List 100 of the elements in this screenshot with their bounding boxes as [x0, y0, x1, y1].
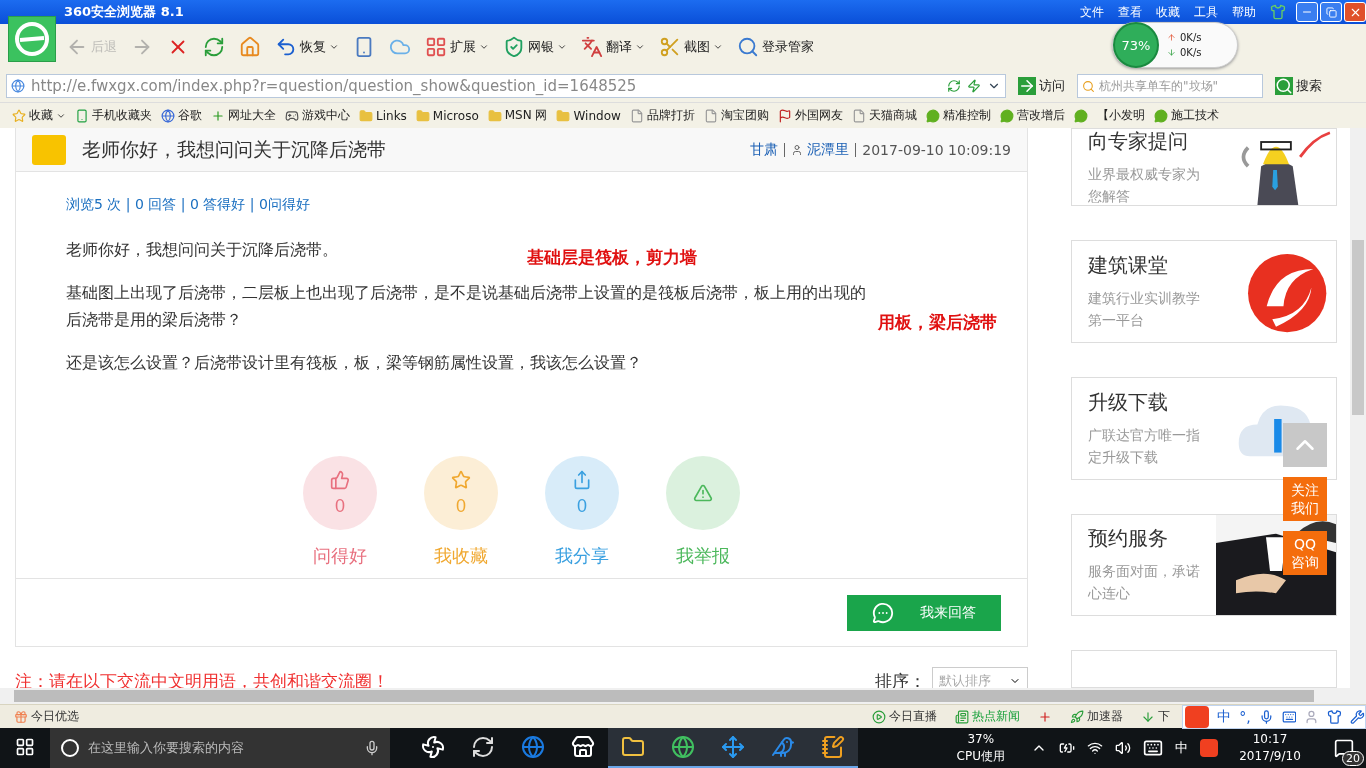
bookmark-item[interactable]: 谷歌 [161, 107, 202, 124]
search-button[interactable]: 搜索 [1271, 75, 1326, 97]
restore-button[interactable]: 恢复 [271, 34, 343, 60]
translate-button[interactable]: 翻译 [577, 34, 649, 60]
share-icon [572, 469, 592, 490]
shield-icon [503, 36, 525, 58]
browser-logo-icon[interactable] [8, 16, 56, 62]
plus-icon [211, 108, 225, 123]
user-link[interactable]: 泥潭里 [807, 140, 850, 159]
volume-icon[interactable] [1115, 740, 1131, 756]
card-title: 建筑课堂 [1088, 252, 1169, 280]
folder-icon [621, 735, 645, 759]
bookmark-item[interactable]: 收藏 [12, 107, 66, 124]
clock[interactable]: 10:17 2017/9/10 [1230, 731, 1310, 765]
taskbar-search-field[interactable]: 在这里输入你要搜索的内容 [50, 728, 390, 768]
caret-icon [635, 42, 645, 52]
menu-item[interactable]: 工具 [1194, 3, 1218, 21]
bookmark-item[interactable]: 精准控制 [925, 107, 991, 124]
bookmark-item[interactable]: 手机收藏夹 [75, 107, 152, 124]
cpu-usage[interactable]: 37% CPU使用 [956, 731, 1005, 765]
mic-icon[interactable] [1258, 709, 1274, 725]
wifi-icon[interactable] [1087, 740, 1103, 756]
menu-item[interactable]: 帮助 [1232, 3, 1256, 21]
address-field[interactable]: http://e.fwxgx.com/index.php?r=question/question_show&question_id=1648525 [6, 74, 1006, 98]
bookmark-item[interactable]: Links [359, 108, 407, 123]
speed-widget[interactable]: 73% 0K/s 0K/s [1112, 22, 1238, 68]
menu-item[interactable]: 查看 [1118, 3, 1142, 21]
card-subtitle: 服务面对面，承诺心连心 [1088, 562, 1201, 604]
close-button[interactable] [1344, 2, 1366, 22]
question-mark-icon [32, 134, 66, 165]
lightning-icon[interactable] [967, 79, 981, 93]
status-item[interactable]: 加速器 [1070, 708, 1123, 725]
login-button[interactable]: 登录管家 [733, 34, 818, 60]
handwritten-note: 基础层是筏板，剪力墙 [527, 246, 697, 269]
bookmark-item[interactable]: 游戏中心 [285, 107, 350, 124]
bookmark-item[interactable]: 网址大全 [211, 107, 276, 124]
ime-punct[interactable]: °, [1239, 709, 1251, 725]
ime-indicator[interactable]: 中 [1175, 739, 1188, 757]
card-subtitle: 广联达官方唯一指定升级下载 [1088, 425, 1201, 467]
star-icon [451, 469, 471, 490]
refresh-icon [203, 36, 225, 58]
folder-icon [556, 108, 571, 123]
vertical-scrollbar[interactable] [1350, 128, 1366, 688]
folder-icon [415, 108, 430, 123]
page-icon [629, 108, 644, 123]
menu-item[interactable]: 收藏 [1156, 3, 1180, 21]
shirt-icon[interactable] [1270, 4, 1286, 20]
horizontal-scrollbar[interactable] [0, 688, 1366, 704]
bookmark-item[interactable]: 【小发明 [1096, 107, 1145, 124]
extend-button[interactable]: 扩展 [421, 34, 493, 60]
grid-icon [425, 36, 447, 58]
handwritten-note: 用板，梁后浇带 [878, 311, 997, 334]
store-icon [571, 735, 595, 759]
bookmark-item[interactable]: 品牌打折 [629, 107, 695, 124]
bookmark-item[interactable]: 天猫商城 [851, 107, 917, 124]
bookmark-item[interactable]: MSN 网 [487, 107, 548, 124]
download-icon [1141, 709, 1155, 724]
question-stats[interactable]: 浏览5 次 | 0 回答 | 0 答得好 | 0问得好 [66, 196, 310, 214]
translate-icon [581, 36, 603, 58]
shirt-icon[interactable] [1327, 709, 1343, 725]
taskbar-app-button[interactable] [608, 728, 658, 768]
status-item[interactable]: 今日优选 [14, 708, 79, 725]
screenshot-button[interactable]: 截图 [655, 34, 727, 60]
bookmark-item[interactable]: 营改增后 [999, 107, 1065, 124]
sidebar-card[interactable]: 建筑课堂 建筑行业实训教学第一平台 [1071, 240, 1337, 343]
restore-button[interactable] [1320, 2, 1342, 22]
location-link[interactable]: 甘肃 [750, 140, 779, 159]
caret-icon [713, 42, 723, 52]
window-title: 360安全浏览器 8.1 [64, 3, 185, 21]
search-icon [1082, 79, 1095, 93]
bookmark-item[interactable]: 淘宝团购 [703, 107, 769, 124]
sogou-icon[interactable] [1185, 706, 1210, 728]
keyboard-icon[interactable] [1143, 738, 1163, 758]
minimize-button[interactable] [1296, 2, 1318, 22]
action-label: 我分享 [555, 544, 609, 568]
sidebar-card[interactable]: 向专家提问 业界最权威专家为您解答 [1071, 128, 1337, 207]
download-speed: 0K/s [1180, 46, 1202, 60]
settings-icon[interactable] [1350, 709, 1365, 725]
mic-icon[interactable] [364, 740, 380, 756]
refresh-icon[interactable] [947, 79, 961, 93]
bookmark-item[interactable]: 外国网友 [777, 107, 843, 124]
globe-icon [161, 108, 175, 123]
power-icon[interactable] [1059, 740, 1075, 756]
question-paragraph: 基础图上出现了后浇带，二层板上也出现了后浇带，是不是说基础后浇带上设置的是筏板后浇带，板上用的出现的后浇带是用的梁后浇带？ [66, 282, 866, 331]
visit-button[interactable]: 访问 [1014, 75, 1069, 97]
sogou-icon[interactable] [1200, 739, 1218, 757]
status-item[interactable]: 今日直播 [872, 708, 937, 725]
bank-button[interactable]: 网银 [499, 34, 571, 60]
bookmark-item[interactable]: 施工技术 [1153, 107, 1219, 124]
status-item[interactable]: 下 [1141, 708, 1170, 725]
menu-item[interactable]: 文件 [1080, 3, 1104, 21]
question-title: 老师你好，我想问问关于沉降后浇带 [82, 136, 387, 162]
chat-icon[interactable] [1073, 108, 1088, 123]
star-icon [12, 108, 26, 123]
bookmark-item[interactable]: Microso [415, 108, 479, 123]
flag-icon [777, 108, 792, 123]
ime-mode[interactable]: 中 [1217, 708, 1232, 726]
bookmark-item[interactable]: Window [556, 108, 621, 123]
taskbar-app-button[interactable] [808, 728, 858, 768]
question-paragraph: 还是该怎么设置？后浇带设计里有筏板，板，梁等钢筋属性设置，我该怎么设置？ [66, 352, 642, 374]
